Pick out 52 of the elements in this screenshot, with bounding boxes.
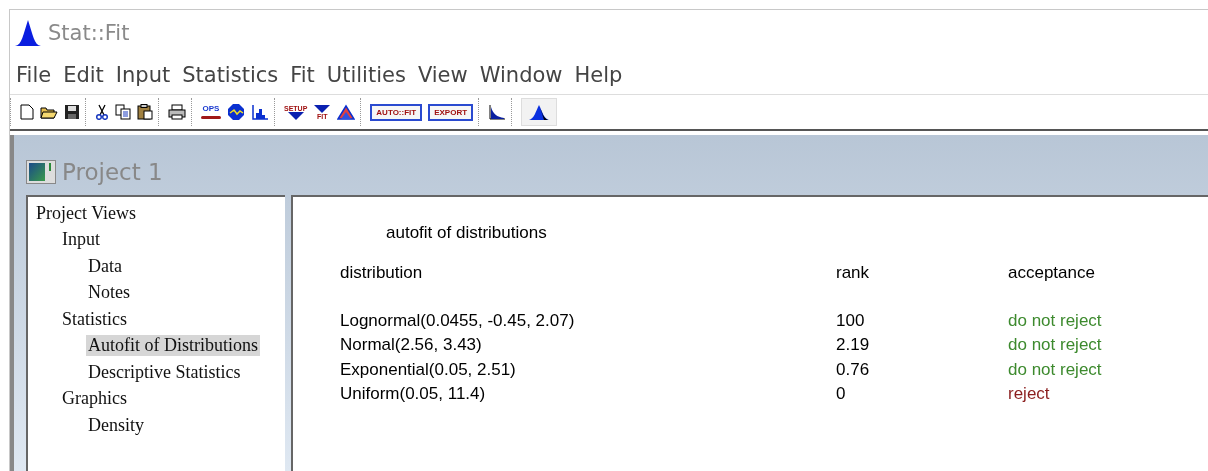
folder-icon[interactable] — [40, 104, 58, 120]
status-text: reject — [1008, 383, 1051, 405]
printer-icon[interactable] — [168, 104, 186, 120]
histogram-icon[interactable] — [251, 104, 269, 120]
ops-button[interactable]: OPS — [201, 105, 221, 119]
column-header: rank — [836, 263, 871, 284]
status-text: do not reject — [1008, 311, 1103, 332]
menu-item[interactable]: Utilities — [326, 63, 406, 87]
table-cell-text: Lognormal(0.0455, -0.45, 2.07) — [340, 311, 576, 332]
app-logo-icon — [14, 19, 42, 47]
document-title: Project 1 — [62, 159, 163, 185]
menu-item[interactable]: Fit — [290, 63, 315, 87]
column-header: acceptance — [1008, 263, 1096, 284]
tree-item[interactable]: Input — [60, 229, 102, 251]
table-cell-text: 100 — [836, 311, 866, 332]
menu-item[interactable]: File — [16, 63, 52, 87]
tree-item[interactable]: Project Views — [34, 202, 139, 224]
tree-item[interactable]: Autofit of Distributions — [86, 335, 260, 357]
tree-item[interactable]: Notes — [86, 282, 132, 304]
copy-icon[interactable] — [115, 104, 131, 120]
page-icon[interactable] — [20, 104, 34, 120]
decay-curve-icon[interactable] — [488, 104, 507, 120]
mountain-chart-icon[interactable] — [337, 104, 356, 120]
menu-item[interactable]: Input — [115, 63, 171, 87]
peak-icon[interactable] — [528, 103, 551, 121]
table-cell-text: 0 — [836, 383, 847, 405]
tree-item[interactable]: Data — [86, 255, 124, 277]
menu-item[interactable]: Help — [574, 63, 623, 87]
menu-item[interactable]: Window — [479, 63, 563, 87]
toolbar-button[interactable]: EXPORT — [428, 103, 474, 121]
window-title: Stat::Fit — [48, 21, 130, 45]
tree-item[interactable]: Statistics — [60, 308, 129, 330]
scissors-icon[interactable] — [95, 104, 109, 120]
table-cell-text: Normal(2.56, 3.43) — [340, 335, 483, 357]
menu-item[interactable]: Statistics — [182, 63, 279, 87]
table-cell-text: 0.76 — [836, 359, 871, 381]
status-text: do not reject — [1008, 359, 1103, 381]
report-title: autofit of distributions — [385, 222, 548, 244]
table-cell-text: 2.19 — [836, 335, 871, 357]
tree-item[interactable]: Graphics — [60, 388, 129, 410]
column-header: distribution — [340, 263, 424, 284]
menu-item[interactable]: View — [417, 63, 468, 87]
toolbar-button[interactable]: AUTO::FIT — [370, 103, 423, 121]
tree-item[interactable]: Density — [86, 414, 146, 436]
table-cell-text: Exponential(0.05, 2.51) — [340, 359, 517, 381]
status-text: do not reject — [1008, 335, 1103, 357]
clipboard-icon[interactable] — [137, 104, 153, 120]
menu-item[interactable]: Edit — [63, 63, 104, 87]
document-icon — [26, 160, 56, 184]
table-cell-text: Uniform(0.05, 11.4) — [340, 383, 487, 405]
octagon-icon[interactable] — [227, 103, 245, 121]
tree-item[interactable]: Descriptive Statistics — [86, 361, 243, 383]
